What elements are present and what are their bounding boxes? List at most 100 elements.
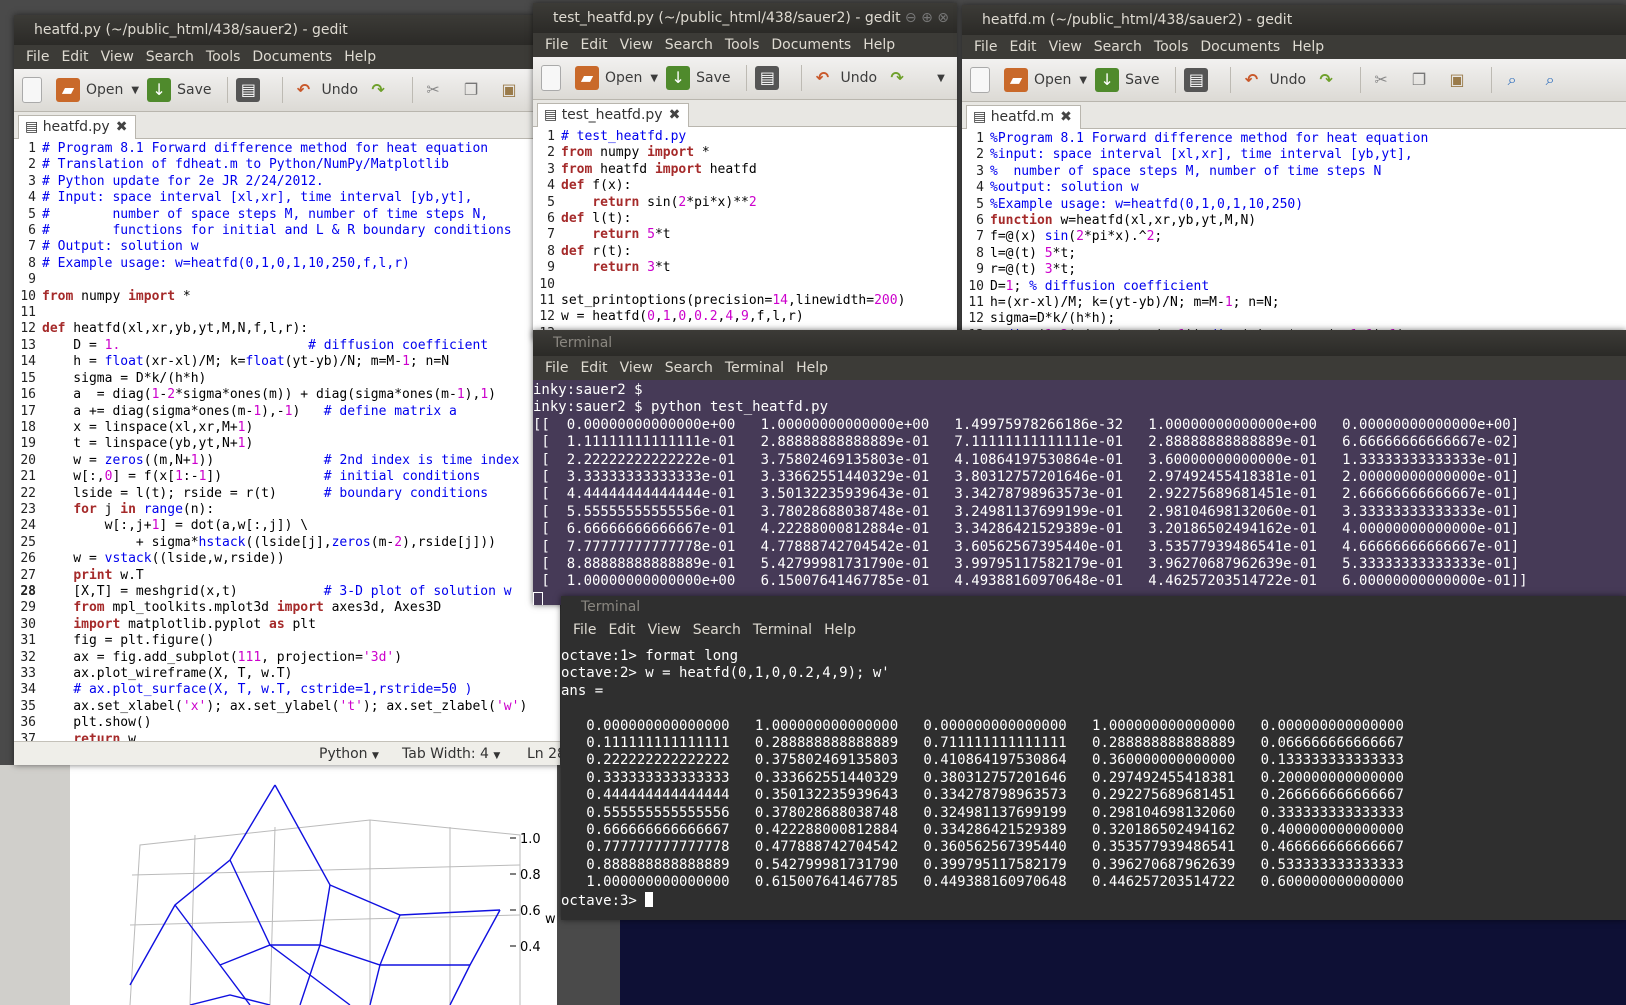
redo-button[interactable]: ↷ (885, 66, 915, 90)
menu-terminal[interactable]: Terminal (753, 622, 812, 638)
menu-help[interactable]: Help (344, 49, 376, 65)
print-button[interactable]: ▤ (236, 78, 266, 102)
menu-documents[interactable]: Documents (252, 49, 332, 65)
menu-terminal[interactable]: Terminal (725, 360, 784, 376)
copy-button[interactable]: ❐ (1407, 68, 1437, 92)
copy-button[interactable]: ❐ (459, 78, 489, 102)
menu-bar: File Edit View Search Terminal Help (533, 356, 1626, 380)
menu-file[interactable]: File (545, 37, 568, 53)
replace-button[interactable]: ⌕ (1538, 68, 1568, 92)
menu-bar: File Edit View Search Tools Documents Help (14, 45, 560, 69)
undo-button[interactable]: ↶ Undo (291, 78, 358, 102)
code-line: 1 # Program 8.1 Forward difference method… (28, 141, 489, 156)
cut-button[interactable]: ✂ (421, 78, 451, 102)
close-icon[interactable]: ✖ (669, 107, 681, 123)
code-line: 23 for j in range(n): (20, 501, 215, 517)
code-editor[interactable]: 1 # test_heatfd.py 2 from numpy import * 3… (533, 127, 957, 340)
menu-file[interactable]: File (545, 360, 568, 376)
open-dropdown[interactable]: ▼ (131, 85, 139, 96)
undo-button[interactable]: ↶ Undo (810, 66, 877, 90)
toolbar-overflow[interactable]: ▼ (937, 73, 945, 84)
code-line: 24 w[:,j+1] = dot(a,w[:,j]) \ (20, 518, 309, 534)
paste-button[interactable]: ▣ (497, 78, 527, 102)
menu-tools[interactable]: Tools (206, 49, 241, 65)
menu-documents[interactable]: Documents (1200, 39, 1280, 55)
menu-edit[interactable]: Edit (61, 49, 88, 65)
code-line: 7 f=@(x) sin(2*pi*x).^2; (976, 229, 1163, 245)
menu-view[interactable]: View (620, 360, 653, 376)
menu-search[interactable]: Search (665, 360, 713, 376)
terminal-output[interactable]: inky:sauer2 $ inky:sauer2 $ python test_… (533, 380, 1626, 605)
menu-view[interactable]: View (1049, 39, 1082, 55)
open-button[interactable]: ▰ Open (575, 66, 642, 90)
close-icon[interactable]: ✖ (116, 119, 128, 135)
code-line: 19 t = linspace(yb,yt,N+1) (20, 436, 254, 452)
menu-tools[interactable]: Tools (1154, 39, 1189, 55)
menu-view[interactable]: View (101, 49, 134, 65)
print-button[interactable]: ▤ (1184, 68, 1214, 92)
close-icon[interactable]: ✖ (1060, 109, 1072, 125)
undo-label: Undo (1269, 72, 1307, 88)
menu-tools[interactable]: Tools (725, 37, 760, 53)
close-icon[interactable]: ⊗ (937, 10, 949, 26)
menu-help[interactable]: Help (824, 622, 856, 638)
tab-width-selector[interactable]: Tab Width: 4 ▼ (402, 742, 500, 765)
terminal-line: [ 1.11111111111111e-01 2.88888888888889e… (533, 434, 1520, 451)
save-button[interactable]: ↓ Save (666, 66, 730, 90)
redo-button[interactable]: ↷ (366, 78, 396, 102)
new-button[interactable] (541, 65, 567, 91)
menu-file[interactable]: File (573, 622, 596, 638)
code-line: 20 w = zeros((m,N+1)) # 2nd index is tim… (20, 452, 520, 468)
tab-heatfd-m[interactable]: ▤ heatfd.m ✖ (966, 105, 1081, 129)
code-editor[interactable]: 1 %Program 8.1 Forward difference method … (962, 129, 1626, 340)
save-button[interactable]: ↓ Save (1095, 68, 1159, 92)
cut-button[interactable]: ✂ (1369, 68, 1399, 92)
menu-search[interactable]: Search (1094, 39, 1142, 55)
terminal-line: [ 8.88888888888889e-01 5.42799981731790e… (533, 556, 1520, 573)
save-button[interactable]: ↓ Save (147, 78, 211, 102)
open-dropdown[interactable]: ▼ (650, 73, 658, 84)
menu-file[interactable]: File (974, 39, 997, 55)
minimize-icon[interactable]: ⊖ (905, 10, 917, 26)
menu-edit[interactable]: Edit (580, 360, 607, 376)
menu-edit[interactable]: Edit (608, 622, 635, 638)
menu-search[interactable]: Search (693, 622, 741, 638)
code-line: 12 w = heatfd(0,1,0,0.2,4,9,f,l,r) (539, 309, 804, 325)
tab-test-heatfd-py[interactable]: ▤ test_heatfd.py ✖ (537, 103, 690, 127)
code-line: 7 # Output: solution w (28, 239, 199, 255)
menu-help[interactable]: Help (796, 360, 828, 376)
print-button[interactable]: ▤ (755, 66, 785, 90)
test-heatfd-py-window: test_heatfd.py (~/public_html/438/sauer2… (533, 3, 957, 340)
menu-view[interactable]: View (620, 37, 653, 53)
undo-label: Undo (840, 70, 878, 86)
tab-heatfd-py[interactable]: ▤ heatfd.py ✖ (18, 115, 137, 139)
maximize-icon[interactable]: ⊕ (921, 10, 933, 26)
terminal-output[interactable]: octave:1> format long octave:2> w = heat… (561, 642, 1626, 920)
menu-search[interactable]: Search (665, 37, 713, 53)
menu-view[interactable]: View (648, 622, 681, 638)
terminal-line: 0.000000000000000 1.000000000000000 0.00… (561, 717, 1404, 734)
code-line: 32 ax = fig.add_subplot(111, projection=… (20, 649, 403, 665)
menu-help[interactable]: Help (863, 37, 895, 53)
redo-button[interactable]: ↷ (1314, 68, 1344, 92)
menu-search[interactable]: Search (146, 49, 194, 65)
menu-documents[interactable]: Documents (771, 37, 851, 53)
menu-help[interactable]: Help (1292, 39, 1324, 55)
language-selector[interactable]: Python ▼ (319, 742, 379, 765)
code-editor[interactable]: 1 # Program 8.1 Forward difference method… (14, 139, 560, 741)
code-line: 10 D=1; % diffusion coefficient (968, 278, 1210, 294)
paste-button[interactable]: ▣ (1445, 68, 1475, 92)
open-dropdown[interactable]: ▼ (1079, 75, 1087, 86)
tab-label: heatfd.py (42, 119, 110, 135)
find-button[interactable]: ⌕ (1500, 68, 1530, 92)
open-button[interactable]: ▰ Open (1004, 68, 1071, 92)
open-button[interactable]: ▰ Open (56, 78, 123, 102)
menu-file[interactable]: File (26, 49, 49, 65)
menu-edit[interactable]: Edit (580, 37, 607, 53)
status-bar: Python ▼ Tab Width: 4 ▼ Ln 28 (14, 741, 560, 765)
new-button[interactable] (22, 77, 48, 103)
menu-edit[interactable]: Edit (1009, 39, 1036, 55)
chevron-down-icon: ▼ (493, 751, 501, 761)
new-button[interactable] (970, 67, 996, 93)
undo-button[interactable]: ↶ Undo (1239, 68, 1306, 92)
